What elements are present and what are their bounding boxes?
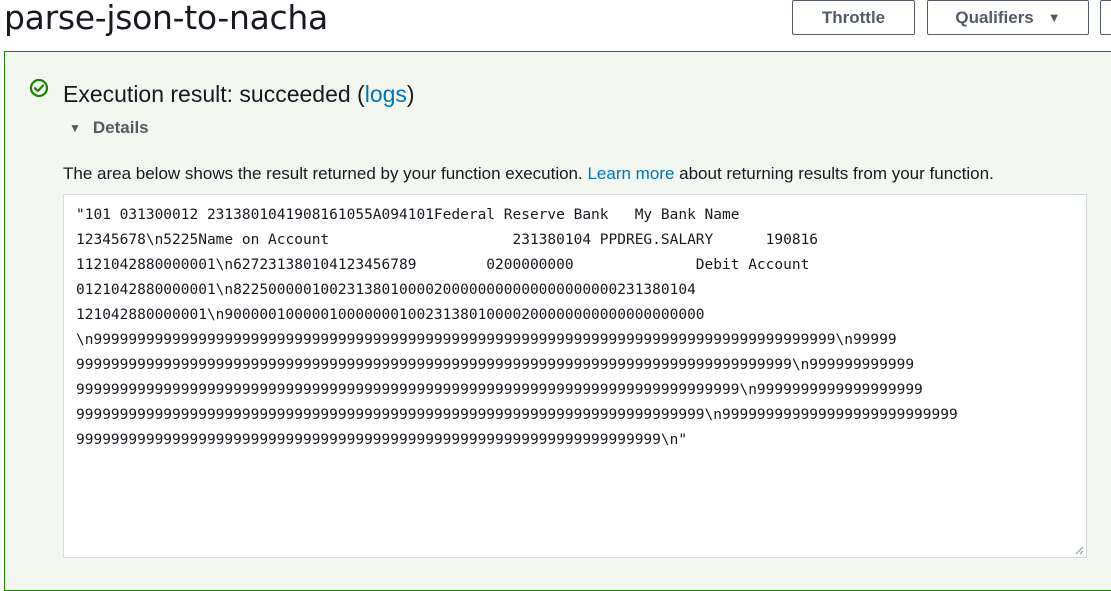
result-output-line: 9999999999999999999999999999999999999999… [76, 382, 923, 398]
execution-status: Execution result: succeeded (logs) [63, 79, 415, 109]
result-output-line: 9999999999999999999999999999999999999999… [76, 407, 958, 423]
result-output-line: 12345678\n5225Name on Account 231380104 … [76, 232, 819, 248]
caret-down-icon: ▼ [69, 121, 81, 135]
result-output-text: "101 031300012 2313801041908161055A09410… [76, 203, 1074, 453]
result-output-line: "101 031300012 2313801041908161055A09410… [76, 207, 740, 223]
actions-button[interactable] [1100, 0, 1111, 35]
result-output-area[interactable]: "101 031300012 2313801041908161055A09410… [63, 194, 1087, 558]
details-label: Details [92, 118, 149, 137]
qualifiers-button-label: Qualifiers [955, 7, 1034, 27]
logs-link[interactable]: logs [365, 81, 407, 107]
page-title: parse-json-to-nacha [4, 0, 328, 37]
description-text-end: about returning results from your functi… [674, 164, 994, 183]
result-description: The area below shows the result returned… [63, 162, 994, 186]
details-toggle[interactable]: ▼ Details [69, 118, 149, 138]
execution-result-panel: Execution result: succeeded (logs) ▼ Det… [4, 51, 1111, 591]
description-text: The area below shows the result returned… [63, 164, 588, 183]
result-output-line: \n99999999999999999999999999999999999999… [76, 332, 897, 348]
learn-more-link[interactable]: Learn more [587, 164, 674, 183]
throttle-button-label: Throttle [821, 7, 886, 27]
resize-grip-icon[interactable] [1074, 545, 1084, 555]
status-text: Execution result: succeeded ( [63, 81, 365, 107]
result-output-line: 0121042880000001\n8225000001002313801000… [76, 282, 696, 298]
result-output-line: 121042880000001\n90000010000010000000100… [76, 307, 705, 323]
check-circle-icon [29, 78, 49, 98]
result-output-line: 1121042880000001\n627231380104123456789 … [76, 257, 810, 273]
result-output-line: 9999999999999999999999999999999999999999… [76, 432, 688, 448]
result-output-line: 9999999999999999999999999999999999999999… [76, 357, 915, 373]
caret-down-icon: ▼ [1047, 10, 1061, 25]
throttle-button[interactable]: Throttle [792, 0, 915, 35]
status-text-end: ) [406, 81, 415, 107]
qualifiers-button[interactable]: Qualifiers ▼ [927, 0, 1089, 35]
